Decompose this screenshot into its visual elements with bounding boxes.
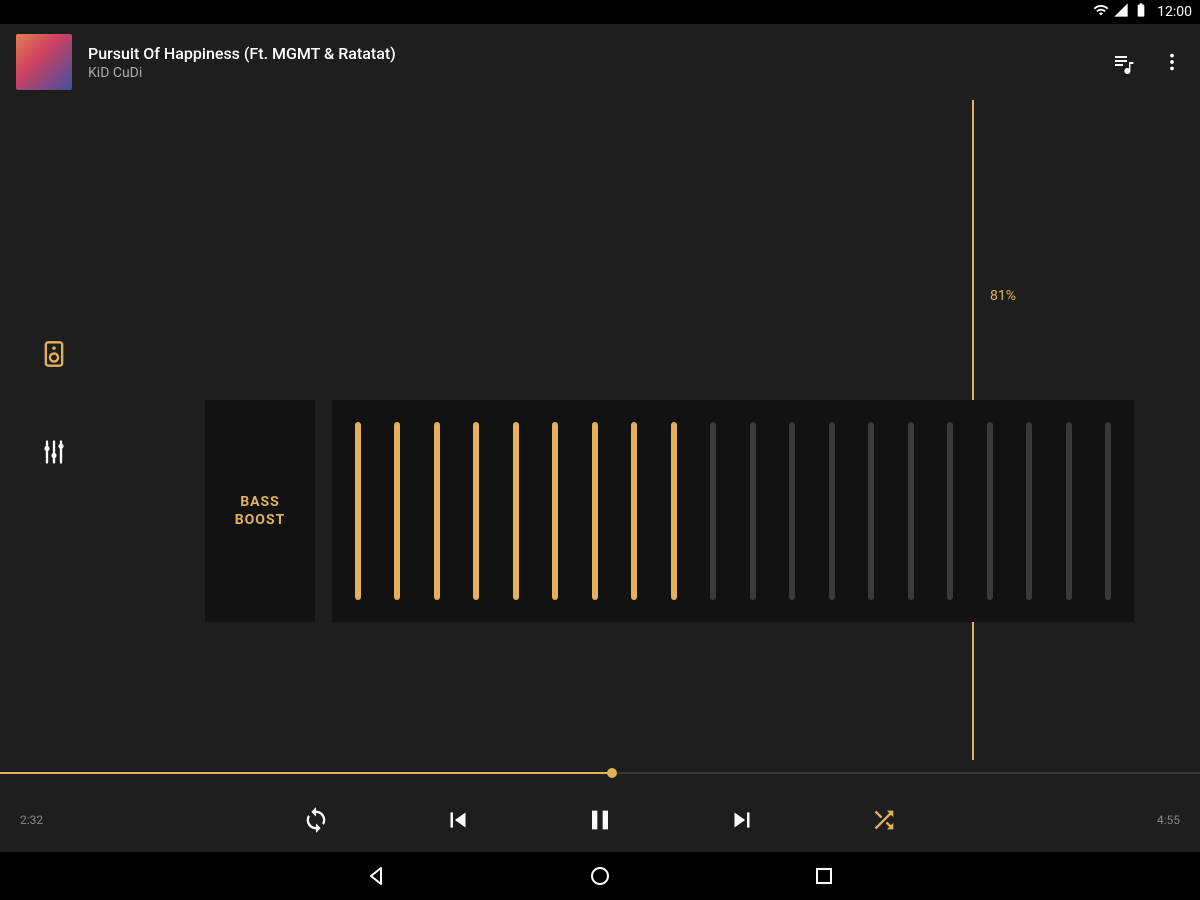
eq-bar [908, 422, 914, 600]
more-button[interactable] [1160, 50, 1184, 74]
eq-bar [671, 422, 677, 600]
time-elapsed: 2:32 [20, 813, 60, 827]
playlist-button[interactable] [1112, 50, 1136, 74]
wifi-icon [1093, 2, 1109, 22]
eq-bar [789, 422, 795, 600]
eq-bar [552, 422, 558, 600]
bass-boost-label: BASS BOOST [235, 493, 286, 529]
repeat-button[interactable] [300, 804, 332, 836]
eq-bar [710, 422, 716, 600]
eq-bar [592, 422, 598, 600]
eq-bar [355, 422, 361, 600]
nav-home[interactable] [588, 864, 612, 888]
eq-bar [1105, 422, 1111, 600]
previous-button[interactable] [442, 804, 474, 836]
eq-bar [1026, 422, 1032, 600]
eq-bar [868, 422, 874, 600]
volume-percent-label: 81% [990, 288, 1016, 304]
album-art[interactable] [16, 34, 72, 90]
eq-bar [987, 422, 993, 600]
status-bar: 12:00 [0, 0, 1200, 24]
progress-fill [0, 772, 612, 774]
playback-controls: 2:32 4:55 [0, 788, 1200, 852]
eq-bar [434, 422, 440, 600]
nav-recent[interactable] [812, 864, 836, 888]
nav-back[interactable] [364, 864, 388, 888]
eq-bar [947, 422, 953, 600]
track-artist: KiD CuDi [88, 65, 1096, 81]
equalizer-bars[interactable] [332, 400, 1134, 622]
status-time: 12:00 [1157, 4, 1192, 20]
next-button[interactable] [726, 804, 758, 836]
eq-bar [631, 422, 637, 600]
eq-bar [473, 422, 479, 600]
android-nav-bar [0, 852, 1200, 900]
battery-icon [1133, 2, 1149, 22]
eq-bar [750, 422, 756, 600]
progress-bar[interactable] [0, 760, 1200, 788]
time-total: 4:55 [1140, 813, 1180, 827]
eq-bar [829, 422, 835, 600]
progress-thumb[interactable] [607, 768, 617, 778]
eq-bar [513, 422, 519, 600]
tab-equalizer[interactable] [40, 438, 68, 466]
tab-speaker[interactable] [40, 340, 68, 368]
workspace: 81% BASS BOOST [0, 100, 1200, 760]
side-tabs [40, 340, 68, 466]
bass-boost-button[interactable]: BASS BOOST [205, 400, 315, 622]
track-info[interactable]: Pursuit Of Happiness (Ft. MGMT & Ratatat… [88, 44, 1096, 81]
eq-bar [394, 422, 400, 600]
pause-button[interactable] [584, 804, 616, 836]
track-title: Pursuit Of Happiness (Ft. MGMT & Ratatat… [88, 44, 1096, 63]
eq-bar [1066, 422, 1072, 600]
shuffle-button[interactable] [868, 804, 900, 836]
top-bar: Pursuit Of Happiness (Ft. MGMT & Ratatat… [0, 24, 1200, 100]
cellular-icon [1113, 2, 1129, 22]
